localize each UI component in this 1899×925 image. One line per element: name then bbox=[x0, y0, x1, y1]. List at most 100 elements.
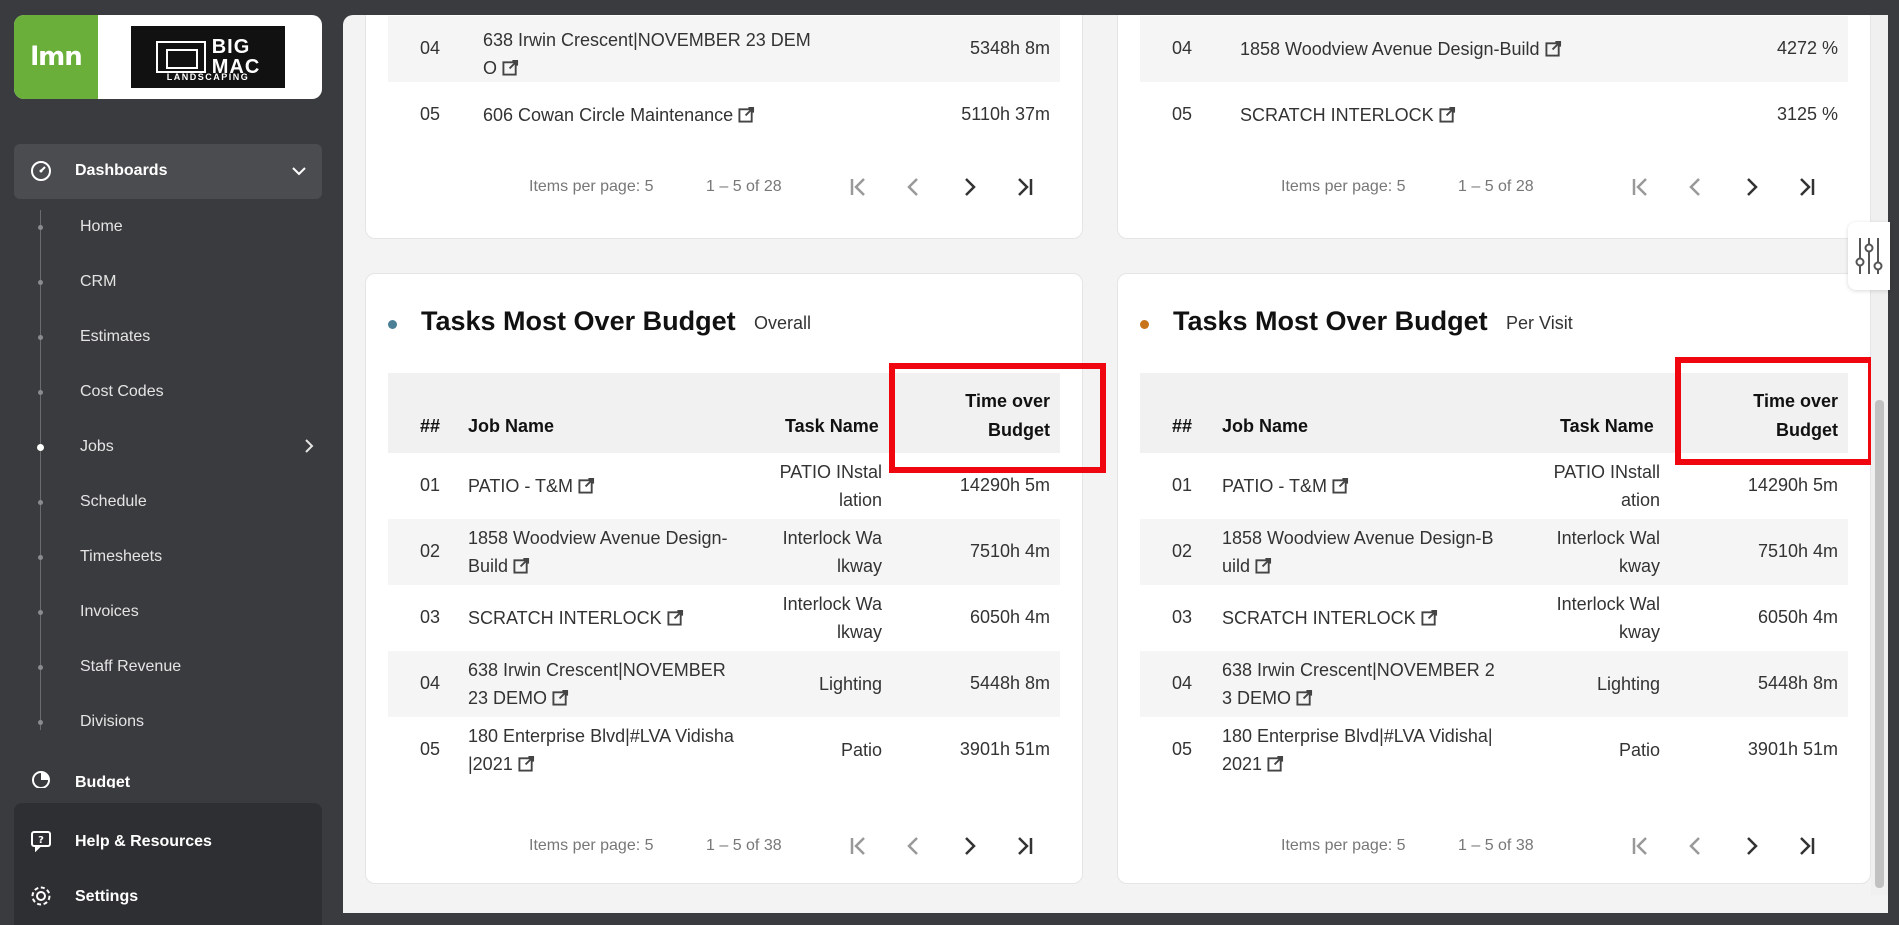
row-number: 05 bbox=[420, 739, 441, 759]
sidebar-item-dashboards[interactable]: Dashboards bbox=[14, 144, 322, 199]
job-name: 1858 Woodview Avenue Design-Build bbox=[1240, 35, 1562, 63]
sidebar-item-estimates[interactable]: Estimates bbox=[0, 317, 330, 357]
column-header-task-name: Task Name bbox=[1560, 416, 1654, 436]
task-name: Patio bbox=[840, 740, 882, 760]
sidebar-item-home[interactable]: Home bbox=[0, 207, 330, 247]
logo-area[interactable]: lmn BIG MAC LANDSCAPING bbox=[14, 15, 322, 99]
pie-chart-icon bbox=[32, 771, 50, 788]
last-page-icon[interactable] bbox=[1793, 174, 1819, 200]
job-name: 638 Irwin Crescent|NOVEMBER 23 DEMO bbox=[483, 30, 811, 78]
sidebar-item-divisions[interactable]: Divisions bbox=[0, 702, 330, 742]
job-name: 638 Irwin Crescent|NOVEMBER 23 DEMO bbox=[1222, 660, 1495, 708]
card-title: Tasks Most Over Budget bbox=[421, 306, 736, 336]
sidebar-item-invoices[interactable]: Invoices bbox=[0, 592, 330, 632]
row-number: 04 bbox=[420, 38, 441, 58]
sidebar-item-label: Budget bbox=[75, 774, 131, 788]
row-number: 05 bbox=[420, 104, 441, 124]
job-name: 606 Cowan Circle Maintenance bbox=[483, 101, 755, 129]
items-per-page[interactable]: Items per page: 5 bbox=[1281, 178, 1406, 196]
sidebar-item-label: Home bbox=[80, 218, 123, 235]
time-over-budget-value: 5448h 8m bbox=[1757, 673, 1838, 693]
first-page-icon[interactable] bbox=[1628, 833, 1654, 859]
table-row: 03 SCRATCH INTERLOCK Interlock Walkway 6… bbox=[388, 585, 1060, 651]
external-link-icon[interactable] bbox=[513, 557, 530, 574]
external-link-icon[interactable] bbox=[578, 477, 595, 494]
time-over-budget-value: 5448h 8m bbox=[969, 673, 1050, 693]
scrollbar-thumb[interactable] bbox=[1875, 400, 1884, 888]
column-header-job-name: Job Name bbox=[468, 416, 555, 436]
job-name: 180 Enterprise Blvd|#LVA Vidisha|2021 bbox=[1222, 726, 1493, 774]
external-link-icon[interactable] bbox=[1267, 755, 1284, 772]
bullet-icon bbox=[37, 444, 44, 451]
first-page-icon[interactable] bbox=[1628, 174, 1654, 200]
next-page-icon[interactable] bbox=[1738, 833, 1764, 859]
external-link-icon[interactable] bbox=[1255, 557, 1272, 574]
external-link-icon[interactable] bbox=[552, 689, 569, 706]
sidebar: lmn BIG MAC LANDSCAPING Dashboards Home … bbox=[0, 0, 343, 925]
external-link-icon[interactable] bbox=[1332, 477, 1349, 494]
last-page-icon[interactable] bbox=[1011, 833, 1037, 859]
page-range: 1 – 5 of 38 bbox=[706, 837, 782, 854]
last-page-icon[interactable] bbox=[1793, 833, 1819, 859]
sidebar-item-label: Estimates bbox=[80, 328, 151, 345]
card-top-left: 04 638 Irwin Crescent|NOVEMBER 23 DEM O 5… bbox=[365, 15, 1083, 239]
first-page-icon[interactable] bbox=[846, 833, 872, 859]
sidebar-item-timesheets[interactable]: Timesheets bbox=[0, 537, 330, 577]
table-row: 03 SCRATCH INTERLOCK Interlock Walkway 6… bbox=[1140, 585, 1848, 651]
external-link-icon[interactable] bbox=[1545, 40, 1562, 57]
sidebar-item-cost-codes[interactable]: Cost Codes bbox=[0, 372, 330, 412]
sidebar-item-staff-revenue[interactable]: Staff Revenue bbox=[0, 647, 330, 687]
external-link-icon[interactable] bbox=[518, 755, 535, 772]
external-link-icon[interactable] bbox=[1439, 106, 1456, 123]
previous-page-icon[interactable] bbox=[901, 174, 927, 200]
sidebar-item-schedule[interactable]: Schedule bbox=[0, 482, 330, 522]
sidebar-item-label: Settings bbox=[75, 888, 139, 905]
sidebar-item-help[interactable]: ? Help & Resources bbox=[14, 821, 322, 861]
previous-page-icon[interactable] bbox=[1683, 833, 1709, 859]
external-link-icon[interactable] bbox=[1296, 689, 1313, 706]
table-row: 02 1858 Woodview Avenue Design-Build Int… bbox=[388, 519, 1060, 585]
bullet-icon bbox=[38, 720, 43, 725]
next-page-icon[interactable] bbox=[956, 174, 982, 200]
chevron-down-icon bbox=[292, 167, 306, 176]
filter-settings-button[interactable] bbox=[1848, 222, 1890, 290]
items-per-page[interactable]: Items per page: 5 bbox=[529, 837, 654, 855]
help-chat-icon: ? bbox=[31, 831, 51, 852]
items-per-page[interactable]: Items per page: 5 bbox=[1281, 837, 1406, 855]
next-page-icon[interactable] bbox=[956, 833, 982, 859]
scrollbar[interactable] bbox=[1871, 15, 1888, 895]
external-link-icon[interactable] bbox=[738, 106, 755, 123]
previous-page-icon[interactable] bbox=[1683, 174, 1709, 200]
page-range: 1 – 5 of 28 bbox=[1458, 178, 1534, 195]
time-over-budget-value: 6050h 4m bbox=[1757, 607, 1838, 627]
sidebar-bottom: ? Help & Resources Settings bbox=[14, 803, 322, 925]
row-number: 04 bbox=[1172, 38, 1193, 58]
external-link-icon[interactable] bbox=[502, 59, 519, 76]
external-link-icon[interactable] bbox=[1421, 609, 1438, 626]
paginator: Items per page: 5 1 – 5 of 38 bbox=[1118, 831, 1870, 861]
sidebar-item-label: Divisions bbox=[80, 713, 145, 730]
percent-value: 4272 % bbox=[1776, 38, 1838, 58]
previous-page-icon[interactable] bbox=[901, 833, 927, 859]
items-per-page[interactable]: Items per page: 5 bbox=[529, 178, 654, 196]
next-page-icon[interactable] bbox=[1738, 174, 1764, 200]
last-page-icon[interactable] bbox=[1011, 174, 1037, 200]
sidebar-item-budget[interactable]: Budget bbox=[31, 770, 231, 788]
task-name: Interlock Walkway bbox=[782, 528, 882, 576]
time-over-budget-value: 7510h 4m bbox=[1757, 541, 1838, 561]
sidebar-item-crm[interactable]: CRM bbox=[0, 262, 330, 302]
external-link-icon[interactable] bbox=[667, 609, 684, 626]
card-top-right: 04 1858 Woodview Avenue Design-Build 427… bbox=[1117, 15, 1871, 239]
table-row: 04 638 Irwin Crescent|NOVEMBER 23 DEMO L… bbox=[1140, 651, 1848, 717]
page-range: 1 – 5 of 38 bbox=[1458, 837, 1534, 854]
time-over-budget-value: 7510h 4m bbox=[969, 541, 1050, 561]
job-name: 638 Irwin Crescent|NOVEMBER 23 DEMO bbox=[468, 660, 726, 708]
time-over-budget-value: 3901h 51m bbox=[959, 739, 1050, 759]
table-row: 05 180 Enterprise Blvd|#LVA Vidisha|2021… bbox=[388, 717, 1060, 783]
sidebar-item-settings[interactable]: Settings bbox=[14, 876, 322, 916]
time-over-budget-value: 14290h 5m bbox=[959, 475, 1050, 495]
first-page-icon[interactable] bbox=[846, 174, 872, 200]
card-subtitle: Overall bbox=[754, 313, 812, 333]
table-row: 04 638 Irwin Crescent|NOVEMBER 23 DEM O 5… bbox=[388, 16, 1060, 82]
sidebar-item-jobs[interactable]: Jobs bbox=[0, 427, 330, 467]
